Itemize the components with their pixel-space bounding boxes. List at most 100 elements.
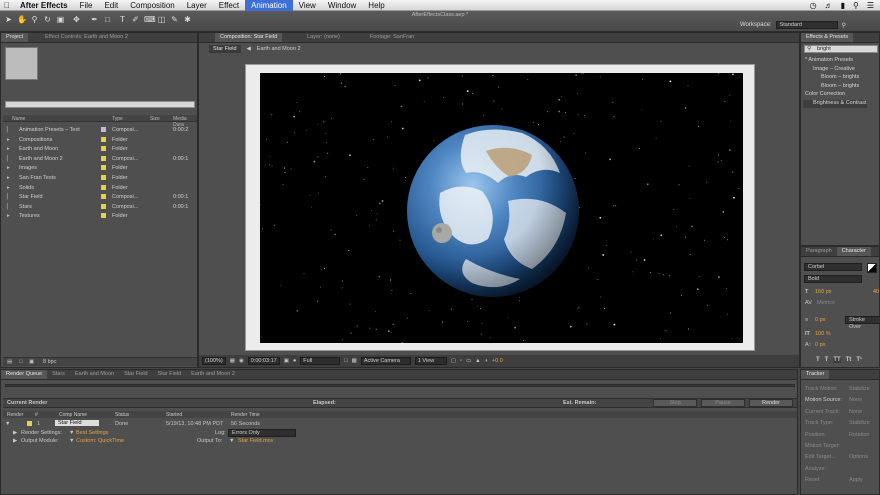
label-swatch[interactable] xyxy=(101,165,106,171)
menu-window[interactable]: Window xyxy=(322,1,362,10)
tab-earth-and-moon-2[interactable]: Earth and Moon 2 xyxy=(186,370,240,379)
reset-exposure-icon[interactable]: ◖ xyxy=(485,358,488,364)
project-search-input[interactable] xyxy=(5,101,195,108)
render-item-row[interactable]: ▼ 1 Star Field Done 5/19/13, 10:48 PM PD… xyxy=(3,420,797,428)
col-number[interactable]: # xyxy=(35,412,38,418)
snapshot-icon[interactable]: ◉ xyxy=(239,358,244,364)
effects-tree-item[interactable]: Brightness & Contrast xyxy=(803,100,867,108)
vertical-scale-value[interactable]: 100 % xyxy=(815,331,831,337)
label-swatch[interactable] xyxy=(101,136,106,142)
log-select[interactable]: Errors Only xyxy=(228,429,296,437)
output-to-value[interactable]: Star Field.mov xyxy=(238,438,273,444)
tracker-row-value[interactable]: None xyxy=(849,397,862,403)
render-button[interactable]: Render xyxy=(749,399,793,407)
tab-effects-presets[interactable]: Effects & Presets xyxy=(801,33,854,42)
exposure-value[interactable]: +0.0 xyxy=(492,358,503,364)
stamp-tool-icon[interactable]: ⌨ xyxy=(144,13,156,27)
tab-star-field-2[interactable]: Star Field xyxy=(153,370,187,379)
faux-italic-icon[interactable]: T xyxy=(825,357,829,363)
apple-icon[interactable]:  xyxy=(0,1,14,10)
pause-button[interactable]: Pause xyxy=(701,399,745,407)
col-name[interactable]: Name xyxy=(12,116,25,122)
col-render-time[interactable]: Render Time xyxy=(231,412,260,418)
workspace-search-icon[interactable]: ⚲ xyxy=(842,22,846,29)
menu-file[interactable]: File xyxy=(74,1,99,10)
zoom-tool-icon[interactable]: ⚲ xyxy=(30,13,39,27)
tab-earth-and-moon[interactable]: Earth and Moon xyxy=(70,370,119,379)
hand-tool-icon[interactable]: ✋ xyxy=(17,13,27,27)
project-list-item[interactable]: ▏ Earth and Moon 2 Composi... 0:00:1 xyxy=(3,155,188,164)
tracker-row-label[interactable]: Edit Target... xyxy=(805,454,836,460)
label-swatch[interactable] xyxy=(101,175,106,180)
volume-icon[interactable]: ♬ xyxy=(825,1,833,10)
wifi-icon[interactable]: ◷ xyxy=(810,1,817,10)
project-list-item[interactable]: ▸ Images Folder xyxy=(3,164,187,173)
effects-tree-item[interactable]: Bloom – brights xyxy=(803,74,859,82)
tab-star-field-1[interactable]: Star Field xyxy=(119,370,153,379)
label-swatch[interactable] xyxy=(101,194,106,200)
project-list-item[interactable]: ▸ Earth and Moon Folder xyxy=(3,145,187,154)
stop-button[interactable]: Stop xyxy=(653,399,697,407)
tracker-row-value[interactable]: Options xyxy=(849,454,868,460)
menu-layer[interactable]: Layer xyxy=(181,1,213,10)
resolution-select[interactable]: Full xyxy=(300,357,341,365)
label-swatch[interactable] xyxy=(101,213,106,219)
tab-character[interactable]: Character xyxy=(836,247,871,256)
font-size-value[interactable]: 160 px xyxy=(815,289,832,295)
pen-tool-icon[interactable]: ✒ xyxy=(90,13,99,27)
render-item-comp[interactable]: Star Field xyxy=(55,420,99,426)
small-caps-icon[interactable]: Tt xyxy=(846,357,852,363)
tab-project[interactable]: Project xyxy=(1,33,29,42)
tab-stars[interactable]: Stars xyxy=(47,370,70,379)
tracker-row-label[interactable]: Reset xyxy=(805,477,819,483)
menu-effect[interactable]: Effect xyxy=(213,1,245,10)
output-to-dropdown-icon[interactable]: ▼ xyxy=(229,438,234,444)
fast-preview-icon[interactable]: ▫ xyxy=(460,358,462,364)
menu-composition[interactable]: Composition xyxy=(124,1,180,10)
effects-search-input[interactable]: bright xyxy=(804,45,878,53)
roi-icon[interactable]: □ xyxy=(344,358,347,364)
menu-animation[interactable]: Animation xyxy=(245,0,293,11)
menu-view[interactable]: View xyxy=(293,1,322,10)
col-size[interactable]: Size xyxy=(150,116,160,122)
tracker-row-label[interactable]: Track Motion xyxy=(805,386,837,392)
col-status[interactable]: Status xyxy=(115,412,129,418)
brush-tool-icon[interactable]: ✐ xyxy=(131,13,140,27)
tab-layer[interactable]: Layer: (none) xyxy=(302,33,345,42)
effects-tree-item[interactable]: Bloom – brights xyxy=(803,83,859,91)
tab-render-queue[interactable]: Render Queue xyxy=(1,370,48,379)
new-comp-icon[interactable]: ▣ xyxy=(29,359,34,365)
render-settings-arrow-icon[interactable]: ▶ xyxy=(13,430,17,436)
flowchart-icon[interactable]: ▲ xyxy=(475,358,480,364)
trash-icon[interactable]: ▤ xyxy=(7,359,12,365)
font-family-select[interactable]: Corbel xyxy=(804,263,862,271)
tracker-row-value[interactable]: Stabilize xyxy=(849,386,870,392)
kerning-value[interactable]: Metrics xyxy=(817,300,835,306)
selection-tool-icon[interactable]: ➤ xyxy=(4,13,13,27)
stroke-mode-select[interactable]: Stroke Over xyxy=(845,316,880,330)
camera-select[interactable]: Active Camera xyxy=(360,357,411,365)
breadcrumb-star-field[interactable]: Star Field xyxy=(209,45,241,53)
show-channel-icon[interactable]: ● xyxy=(293,358,296,364)
timeline-icon[interactable]: ▭ xyxy=(466,358,471,364)
project-list-item[interactable]: ▸ Textures Folder xyxy=(3,212,187,221)
search-icon[interactable]: ⚲ xyxy=(853,1,859,10)
leading-value[interactable]: 40 xyxy=(873,289,879,295)
render-settings-dropdown-icon[interactable]: ▼ xyxy=(69,430,74,436)
output-module-dropdown-icon[interactable]: ▼ xyxy=(69,438,74,444)
transparency-grid-icon[interactable]: ▩ xyxy=(352,358,357,364)
render-settings-value[interactable]: Best Settings xyxy=(76,430,108,436)
comp-viewer[interactable] xyxy=(260,73,743,343)
col-type[interactable]: Type xyxy=(112,116,123,122)
label-swatch[interactable] xyxy=(27,421,32,426)
tracker-row-value[interactable]: Rotation xyxy=(849,432,870,438)
zoom-select[interactable]: (100%) xyxy=(202,357,226,365)
col-render[interactable]: Render xyxy=(7,412,23,418)
output-module-value[interactable]: Custom: QuickTime xyxy=(76,438,124,444)
output-module-arrow-icon[interactable]: ▶ xyxy=(13,438,17,444)
pan-behind-tool-icon[interactable]: ✥ xyxy=(72,13,81,27)
menu-help[interactable]: Help xyxy=(362,1,390,10)
tracker-row-value[interactable]: Stabilize xyxy=(849,420,870,426)
col-comp-name[interactable]: Comp Name xyxy=(59,412,87,418)
project-list-item[interactable]: ▏ Stars Composi... 0:00:1 xyxy=(3,203,188,212)
